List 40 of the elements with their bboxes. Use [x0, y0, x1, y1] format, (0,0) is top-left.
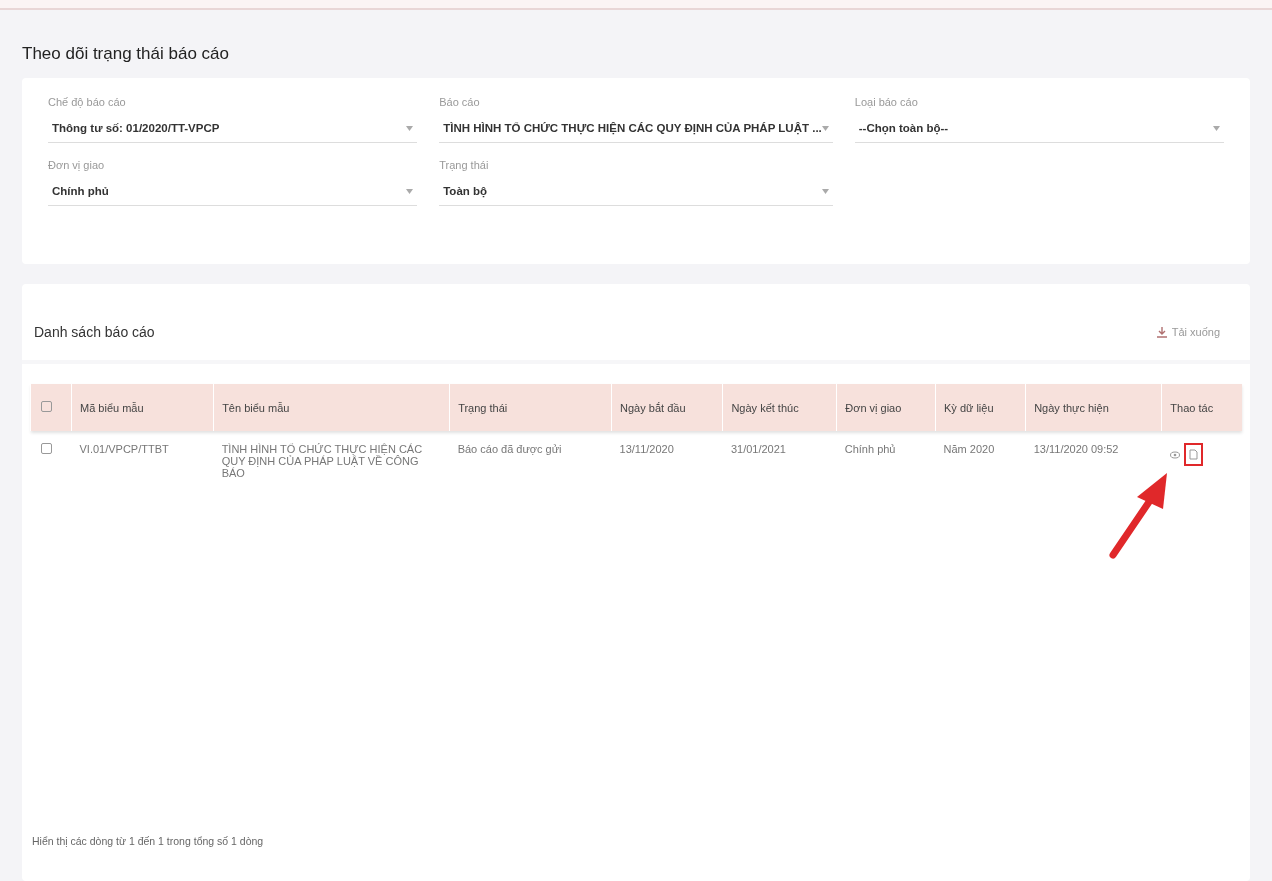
column-header: Đơn vị giao: [845, 401, 902, 414]
column-header: Trạng thái: [458, 401, 508, 414]
table-cell: Năm 2020: [943, 443, 995, 455]
table-cell: VI.01/VPCP/TTBT: [79, 443, 169, 455]
caret-icon: [406, 125, 414, 131]
column-header: Ngày kết thúc: [731, 401, 799, 414]
checkbox[interactable]: [41, 401, 52, 412]
download-icon: [1156, 326, 1167, 338]
dropdown-field[interactable]: Chính phủ: [48, 181, 418, 206]
dropdown-field[interactable]: --Chọn toàn bộ--: [854, 118, 1224, 143]
page-title: Theo dõi trạng thái báo cáo: [22, 44, 230, 64]
caret-icon: [1213, 125, 1220, 131]
column-header: Mã biểu mẫu: [80, 401, 144, 414]
table-cell: Chính phủ: [844, 443, 896, 455]
field-label: Đơn vị giao: [48, 159, 105, 171]
checkbox[interactable]: [40, 443, 52, 454]
field-label: Chế độ báo cáo: [48, 96, 126, 108]
view-icon[interactable]: [1169, 450, 1180, 459]
table-cell: Báo cáo đã được gửi: [457, 443, 562, 455]
caret-icon: [406, 188, 414, 194]
dropdown-field[interactable]: Thông tư số: 01/2020/TT-VPCP: [48, 118, 418, 143]
caret-icon: [821, 188, 829, 194]
column-header: Ngày thực hiện: [1034, 401, 1109, 414]
pagination-info: Hiển thị các dòng từ 1 đến 1 trong tổng số 1 dòng: [32, 835, 264, 847]
column-header: Kỳ dữ liệu: [944, 401, 994, 414]
dropdown-field[interactable]: Toàn bộ: [439, 181, 833, 206]
caret-icon: [821, 125, 829, 131]
table-cell: 13/11/2020: [619, 443, 674, 455]
field-label: Loại báo cáo: [854, 96, 918, 108]
list-title: Danh sách báo cáo: [34, 324, 155, 340]
document-icon[interactable]: [1188, 449, 1198, 460]
field-label: Báo cáo: [439, 96, 480, 108]
column-header: Thao tác: [1170, 401, 1214, 414]
table-cell: 31/01/2021: [730, 443, 786, 455]
column-header: Tên biểu mẫu: [222, 401, 290, 414]
column-header: Ngày bắt đầu: [620, 401, 686, 414]
table-cell: 13/11/2020 09:52: [1033, 443, 1119, 455]
table-cell: TÌNH HÌNH TỔ CHỨC THỰC HIỆN CÁC QUY ĐỊNH CỦA PHÁP LUẬT VỀ CÔNG BÁO: [221, 443, 423, 479]
dropdown-field[interactable]: TÌNH HÌNH TỔ CHỨC THỰC HIỆN CÁC QUY ĐỊNH CỦA PHÁP LUẬT ...: [439, 118, 833, 143]
field-label: Trạng thái: [439, 159, 489, 171]
